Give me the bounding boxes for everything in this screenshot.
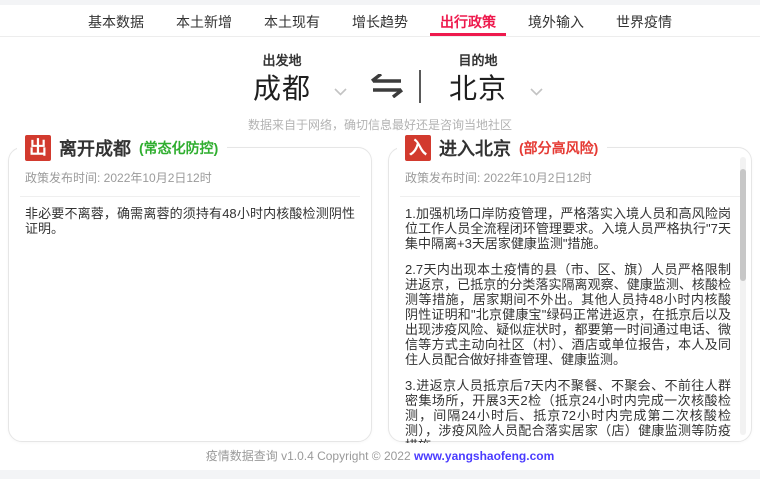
policy-paragraph: 2.7天内出现本土疫情的县（市、区、旗）人员严格限制进返京，已抵京的分类落实隔离… [405, 262, 731, 367]
destination-risk-status: (部分高风险) [519, 138, 598, 158]
departure-card-header: 出 离开成都 (常态化防控) [17, 134, 227, 162]
chevron-down-icon[interactable] [530, 88, 543, 96]
tab-travel-policy[interactable]: 出行政策 [430, 5, 506, 36]
exit-badge: 出 [25, 135, 51, 161]
tab-local-current[interactable]: 本土现有 [254, 5, 330, 36]
policy-paragraph: 非必要不离蓉，确需离蓉的须持有48小时内核酸检测阴性证明。 [25, 206, 355, 236]
departure-risk-status: (常态化防控) [139, 138, 218, 158]
destination-card-header: 入 进入北京 (部分高风险) [397, 134, 607, 162]
chevron-down-icon[interactable] [334, 88, 347, 96]
departure-label: 出发地 [262, 50, 301, 69]
departure-policy-card: 出 离开成都 (常态化防控) 政策发布时间: 2022年10月2日12时 非必要… [8, 147, 372, 442]
vertical-divider [419, 70, 421, 103]
tab-growth-trend[interactable]: 增长趋势 [342, 5, 418, 36]
departure-city[interactable]: 成都 [253, 72, 311, 106]
swap-arrows-icon[interactable] [369, 74, 405, 98]
tab-world[interactable]: 世界疫情 [606, 5, 682, 36]
top-nav: 基本数据 本土新增 本土现有 增长趋势 出行政策 境外输入 世界疫情 [0, 5, 760, 37]
tab-local-new[interactable]: 本土新增 [166, 5, 242, 36]
tab-imported[interactable]: 境外输入 [518, 5, 594, 36]
data-source-hint: 数据来自于网络，确切信息最好还是咨询当地社区 [0, 116, 760, 133]
destination-policy-card: 入 进入北京 (部分高风险) 政策发布时间: 2022年10月2日12时 1.加… [388, 147, 752, 442]
destination-selector[interactable]: 目的地 北京 [449, 50, 507, 106]
enter-badge: 入 [405, 135, 431, 161]
destination-city[interactable]: 北京 [449, 72, 507, 106]
scrollbar-thumb[interactable] [740, 169, 746, 281]
app-footer: 疫情数据查询 v1.0.4 Copyright © 2022 www.yangs… [0, 447, 760, 464]
policy-paragraph: 1.加强机场口岸防疫管理，严格落实入境人员和高风险岗位工作人员全流程闭环管理要求… [405, 206, 731, 251]
policy-paragraph: 3.进返京人员抵京后7天内不聚餐、不聚会、不前往人群密集场所，开展3天2检（抵京… [405, 378, 731, 443]
destination-label: 目的地 [459, 50, 498, 69]
author-link[interactable]: www.yangshaofeng.com [414, 449, 554, 463]
route-selector: 出发地 成都 目的地 北京 [0, 50, 760, 106]
app-container: 基本数据 本土新增 本土现有 增长趋势 出行政策 境外输入 世界疫情 出发地 成… [0, 5, 760, 470]
departure-selector[interactable]: 出发地 成都 [253, 50, 311, 106]
copyright-text: 疫情数据查询 v1.0.4 Copyright © 2022 [206, 449, 414, 463]
destination-policy-text[interactable]: 1.加强机场口岸防疫管理，严格落实入境人员和高风险岗位工作人员全流程闭环管理要求… [389, 197, 751, 443]
departure-card-title: 离开成都 [59, 135, 131, 161]
departure-policy-text: 非必要不离蓉，确需离蓉的须持有48小时内核酸检测阴性证明。 [9, 197, 371, 236]
policy-cards: 出 离开成都 (常态化防控) 政策发布时间: 2022年10月2日12时 非必要… [0, 147, 760, 442]
destination-card-title: 进入北京 [439, 135, 511, 161]
tab-basic-data[interactable]: 基本数据 [78, 5, 154, 36]
